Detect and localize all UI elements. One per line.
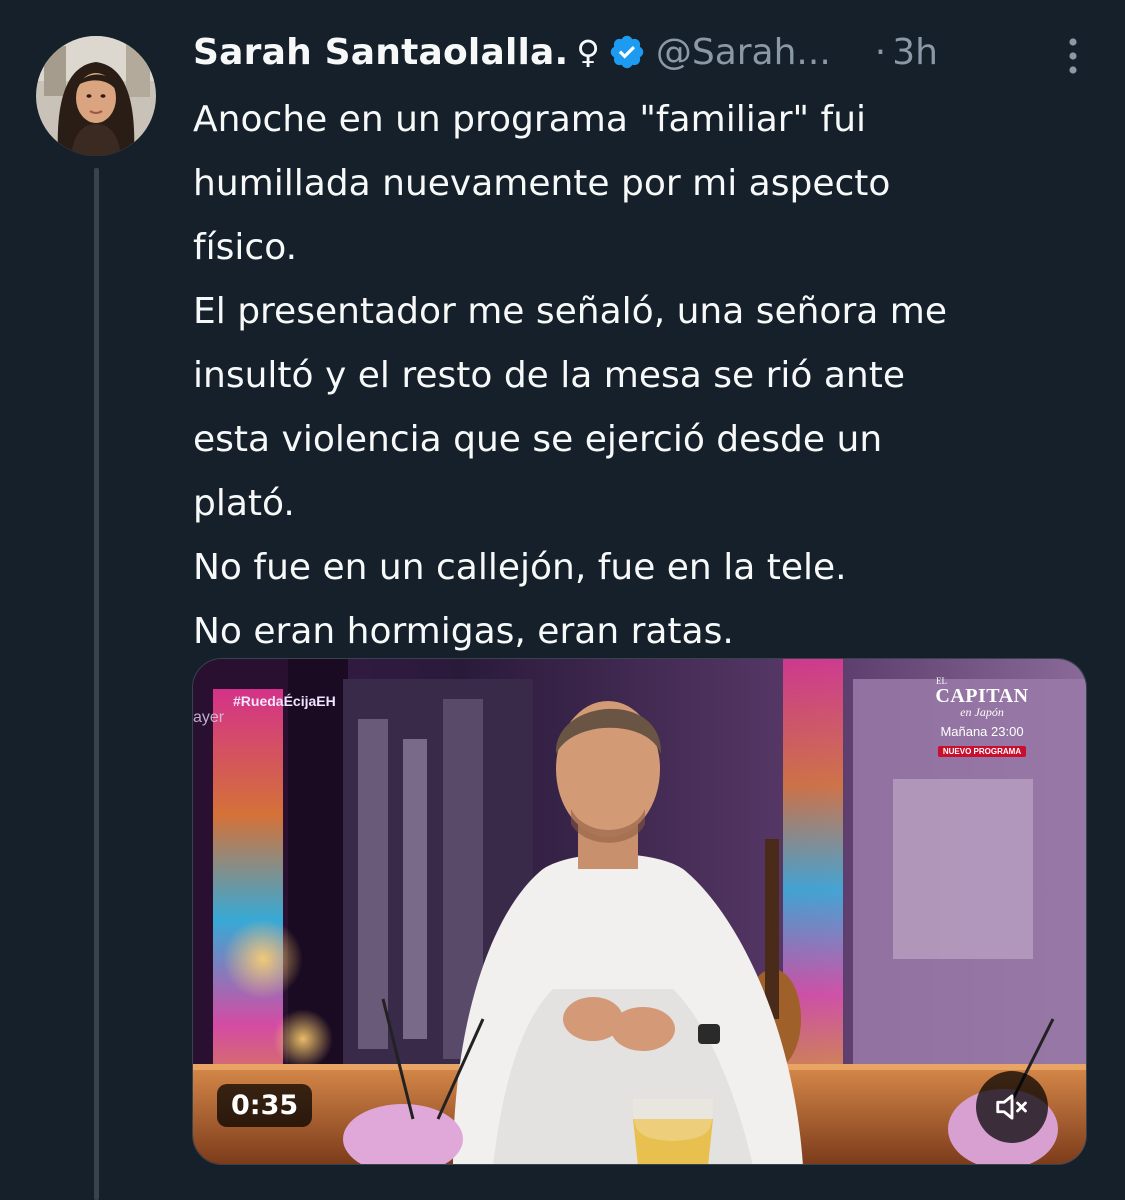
tweet-line: físico. bbox=[193, 227, 298, 268]
speaker-muted-icon bbox=[996, 1094, 1027, 1120]
promo-badge: NUEVO PROGRAMA bbox=[937, 746, 1027, 757]
tweet[interactable]: Sarah Santaolalla. ♀ @Sarah... · 3h Anoc… bbox=[0, 0, 1125, 1200]
tweet-line: No fue en un callejón, fue en la tele. bbox=[193, 547, 847, 588]
video-hashtag-overlay: #RuedaÉcijaEH bbox=[233, 693, 336, 709]
tweet-timestamp[interactable]: 3h bbox=[892, 32, 938, 73]
tweet-body: Anoche en un programa "familiar" fui hum… bbox=[193, 88, 1093, 664]
tweet-line: plató. bbox=[193, 483, 295, 524]
video-promo-overlay: EL CAPITAN en Japón Mañana 23:00 NUEVO P… bbox=[932, 677, 1032, 758]
verified-badge-icon[interactable] bbox=[608, 33, 646, 71]
meta-separator: · bbox=[874, 31, 887, 73]
mute-button[interactable] bbox=[976, 1071, 1048, 1143]
promo-subtitle: en Japón bbox=[960, 705, 1004, 719]
more-dots-icon[interactable] bbox=[1063, 36, 1083, 76]
female-sign-emoji: ♀ bbox=[576, 33, 600, 71]
author-display-name[interactable]: Sarah Santaolalla. bbox=[193, 32, 568, 73]
avatar[interactable] bbox=[36, 36, 156, 156]
tweet-header: Sarah Santaolalla. ♀ @Sarah... · 3h bbox=[193, 22, 1085, 82]
avatar-image bbox=[36, 36, 156, 156]
promo-title: CAPITAN bbox=[935, 685, 1029, 707]
video-channel-logo: ayer bbox=[193, 709, 225, 726]
video-player[interactable]: #RuedaÉcijaEH ayer EL CAPITAN en Japón M… bbox=[192, 658, 1087, 1165]
tweet-line: humillada nuevamente por mi aspecto bbox=[193, 163, 891, 204]
thread-connector-line bbox=[94, 168, 99, 1200]
tweet-line: Anoche en un programa "familiar" fui bbox=[193, 99, 867, 140]
promo-time: Mañana 23:00 bbox=[940, 724, 1024, 739]
video-duration-badge: 0:35 bbox=[217, 1084, 313, 1127]
tweet-line: esta violencia que se ejerció desde un bbox=[193, 419, 883, 460]
tweet-line: insultó y el resto de la mesa se rió ant… bbox=[193, 355, 906, 396]
tweet-line: No eran hormigas, eran ratas. bbox=[193, 611, 734, 652]
author-handle[interactable]: @Sarah... bbox=[656, 32, 831, 73]
tweet-line: El presentador me señaló, una señora me bbox=[193, 291, 947, 332]
